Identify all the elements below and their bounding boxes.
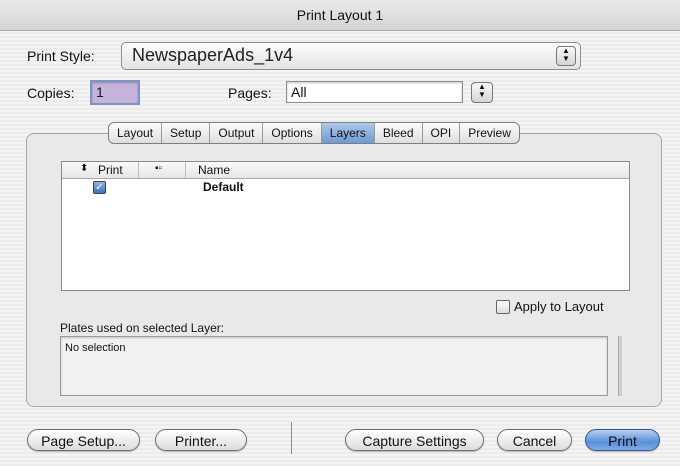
layers-table[interactable]: ⬍ Print ▪▫ Name ✓ Default bbox=[61, 161, 630, 291]
print-button[interactable]: Print bbox=[585, 429, 660, 451]
layer-color-icon: ▪▫ bbox=[155, 163, 163, 174]
tab-opi[interactable]: OPI bbox=[423, 123, 461, 143]
layer-print-checkbox[interactable]: ✓ bbox=[93, 181, 106, 194]
layer-type-column-header[interactable]: ▪▫ bbox=[139, 162, 186, 178]
plates-list[interactable]: No selection bbox=[60, 336, 608, 396]
print-column-header[interactable]: ⬍ Print bbox=[62, 162, 139, 178]
button-divider bbox=[291, 422, 292, 454]
name-column-header[interactable]: Name bbox=[186, 162, 626, 178]
copies-field[interactable]: 1 bbox=[90, 80, 140, 105]
tab-layers[interactable]: Layers bbox=[321, 123, 375, 143]
tab-preview[interactable]: Preview bbox=[460, 123, 519, 143]
sort-icon: ⬍ bbox=[80, 163, 89, 174]
apply-to-layout-label: Apply to Layout bbox=[514, 299, 604, 314]
tab-bleed[interactable]: Bleed bbox=[375, 123, 423, 143]
print-column-label: Print bbox=[98, 163, 123, 177]
name-column-label: Name bbox=[198, 163, 231, 177]
tab-bar: Layout Setup Output Options Layers Bleed… bbox=[108, 122, 520, 144]
window-titlebar: Print Layout 1 bbox=[0, 0, 680, 31]
pages-label: Pages: bbox=[228, 85, 272, 101]
page-setup-button[interactable]: Page Setup... bbox=[27, 429, 140, 451]
tab-options[interactable]: Options bbox=[263, 123, 322, 143]
tab-output[interactable]: Output bbox=[210, 123, 264, 143]
cancel-button[interactable]: Cancel bbox=[497, 429, 572, 451]
tab-setup[interactable]: Setup bbox=[162, 123, 211, 143]
copies-label: Copies: bbox=[27, 85, 75, 101]
plates-label: Plates used on selected Layer: bbox=[60, 321, 225, 335]
tab-layout[interactable]: Layout bbox=[109, 123, 163, 143]
printer-button[interactable]: Printer... bbox=[155, 429, 247, 451]
apply-to-layout-checkbox[interactable] bbox=[496, 300, 510, 314]
print-style-label: Print Style: bbox=[27, 48, 95, 64]
pages-stepper-icon[interactable]: ▲ ▼ bbox=[471, 82, 493, 103]
layer-name: Default bbox=[203, 180, 244, 194]
print-style-chevron-icon: ▲ ▼ bbox=[556, 46, 576, 66]
capture-settings-button[interactable]: Capture Settings bbox=[345, 429, 484, 451]
layers-table-header: ⬍ Print ▪▫ Name bbox=[62, 162, 629, 179]
pages-field[interactable]: All bbox=[286, 81, 463, 103]
window-title: Print Layout 1 bbox=[296, 7, 384, 23]
plates-value: No selection bbox=[65, 342, 126, 354]
print-style-value: NewspaperAds_1v4 bbox=[132, 45, 294, 65]
plates-scrollbar[interactable] bbox=[618, 336, 622, 396]
table-row[interactable]: ✓ Default bbox=[62, 179, 629, 195]
print-style-popup[interactable]: NewspaperAds_1v4 ▲ ▼ bbox=[121, 42, 581, 70]
